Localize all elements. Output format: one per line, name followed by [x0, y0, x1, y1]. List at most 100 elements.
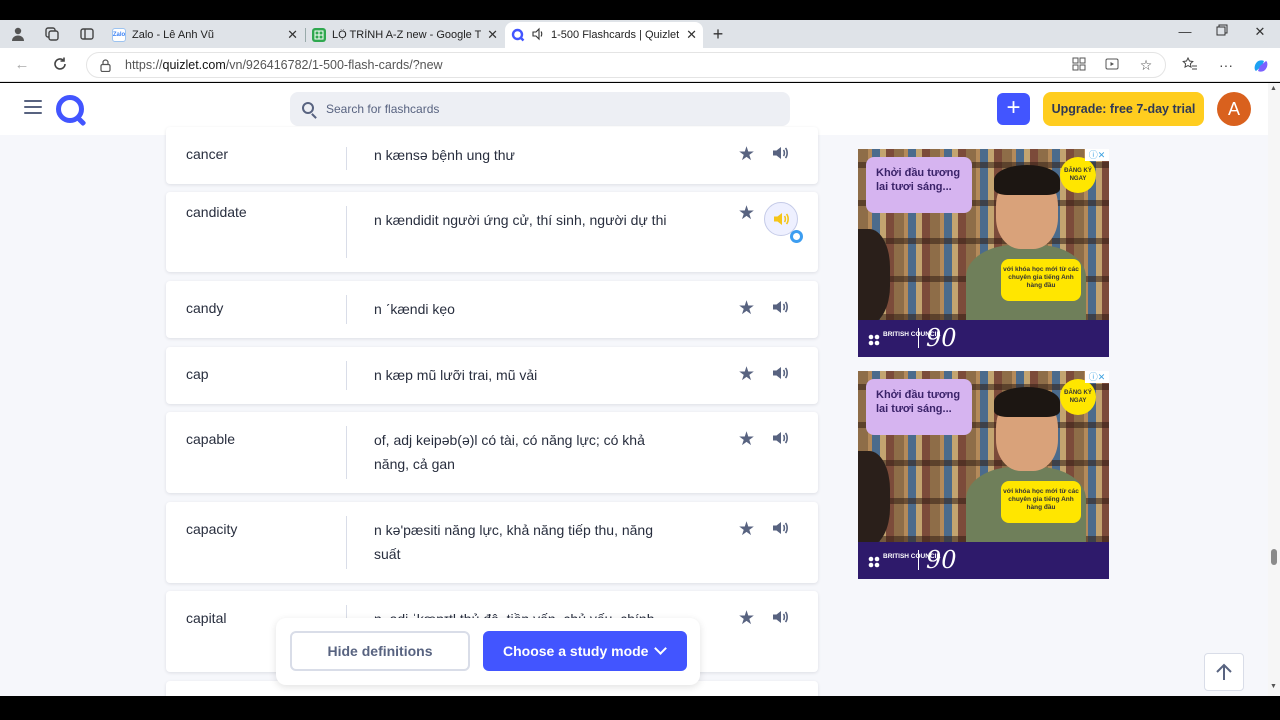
favorite-star-icon[interactable]: ☆ [1137, 57, 1155, 73]
zalo-favicon-icon: Zalo [112, 28, 126, 42]
speaker-icon[interactable] [770, 363, 794, 387]
term-text: capacity [186, 521, 238, 537]
media-icon[interactable] [1103, 57, 1121, 74]
upgrade-button[interactable]: Upgrade: free 7-day trial [1043, 92, 1204, 126]
tab-quizlet[interactable]: 1-500 Flashcards | Quizlet ✕ [505, 22, 703, 48]
star-icon[interactable]: ★ [738, 363, 755, 386]
study-action-bar: Hide definitions Choose a study mode [276, 618, 700, 685]
star-icon[interactable]: ★ [738, 297, 755, 320]
ad-body-text: với khóa học mới từ các chuyên gia tiếng… [1001, 259, 1081, 301]
copilot-icon[interactable] [1252, 57, 1270, 78]
definition-text: n kæp mũ lưỡi trai, mũ vải [374, 367, 538, 383]
scroll-up-icon[interactable]: ▲ [1270, 85, 1277, 92]
ad-register-badge: ĐĂNG KÝ NGAY [1060, 379, 1096, 415]
card-divider [346, 295, 347, 324]
speaker-icon[interactable] [770, 143, 794, 167]
ad-headline: Khởi đầu tương lai tươi sáng... [866, 157, 972, 213]
scrollbar-thumb[interactable] [1271, 549, 1277, 565]
menu-icon[interactable] [24, 100, 42, 114]
card-divider [346, 206, 347, 258]
close-window-icon[interactable]: ✕ [1250, 24, 1270, 40]
speaker-icon[interactable] [770, 518, 794, 542]
back-icon[interactable]: ← [12, 56, 32, 74]
ad-register-badge: ĐĂNG KÝ NGAY [1060, 157, 1096, 193]
browser-tab-bar: Zalo Zalo - Lê Anh Vũ ✕ LỘ TRÌNH A-Z new… [0, 20, 1280, 48]
minimize-icon[interactable]: — [1175, 24, 1195, 39]
url-path: /vn/926416782/1-500-flash-cards/?new [225, 58, 443, 72]
url-scheme: https:// [125, 58, 163, 72]
ad-choices-icon[interactable]: ⓘ✕ [1085, 149, 1109, 161]
close-tab-icon[interactable]: ✕ [287, 27, 298, 43]
term-text: candidate [186, 204, 247, 220]
term-text: capital [186, 610, 227, 626]
close-tab-icon[interactable]: ✕ [487, 27, 498, 43]
tab-title: LỘ TRÌNH A-Z new - Google Tran [332, 29, 482, 41]
ad-body-text: với khóa học mới từ các chuyên gia tiếng… [1001, 481, 1081, 523]
workspaces-icon[interactable] [44, 26, 60, 42]
page-scrollbar[interactable]: ▲ ▼ [1268, 83, 1280, 696]
app-available-icon[interactable] [1070, 57, 1088, 74]
ad-choices-icon[interactable]: ⓘ✕ [1085, 371, 1109, 383]
scroll-down-icon[interactable]: ▼ [1270, 683, 1277, 690]
url-field[interactable]: https://quizlet.com/vn/926416782/1-500-f… [86, 52, 1166, 78]
definition-text: of, adj keipəb(ə)l có tài, có năng lực; … [374, 432, 645, 472]
tab-zalo[interactable]: Zalo Zalo - Lê Anh Vũ ✕ [106, 22, 304, 48]
term-card: cap n kæp mũ lưỡi trai, mũ vải ★ [166, 347, 818, 404]
star-icon[interactable]: ★ [738, 143, 755, 166]
favorites-icon[interactable] [1181, 56, 1199, 74]
term-card: cancer n kænsə bệnh ung thư ★ [166, 127, 818, 184]
tab-actions-icon[interactable] [79, 26, 95, 42]
chevron-down-icon [654, 642, 667, 655]
ad-headline-line: lai tươi sáng... [876, 181, 952, 193]
british-council-logo-icon [868, 333, 880, 346]
ad-anniversary: 90 [926, 324, 957, 352]
refresh-icon[interactable] [50, 56, 70, 74]
ad-headline-line: Khởi đầu tương [876, 389, 961, 401]
new-tab-icon[interactable]: + [710, 25, 726, 43]
speaker-icon[interactable] [770, 297, 794, 321]
advertisement-banner[interactable]: Khởi đầu tương lai tươi sáng... ĐĂNG KÝ … [858, 149, 1109, 357]
term-text: cancer [186, 146, 229, 162]
star-icon[interactable]: ★ [738, 202, 755, 225]
restore-icon[interactable] [1212, 24, 1232, 39]
lock-icon[interactable] [100, 53, 111, 81]
close-tab-icon[interactable]: ✕ [686, 27, 697, 43]
ad-anniversary: 90 [926, 546, 957, 574]
tab-google-translate[interactable]: LỘ TRÌNH A-Z new - Google Tran ✕ [306, 22, 504, 48]
hide-definitions-button[interactable]: Hide definitions [290, 631, 470, 671]
star-icon[interactable]: ★ [738, 518, 755, 541]
term-text: cap [186, 366, 209, 382]
term-card: candy n ˊkændi kẹo ★ [166, 281, 818, 338]
cursor-indicator [790, 230, 803, 243]
speaker-icon[interactable] [770, 607, 794, 631]
more-icon[interactable]: ··· [1217, 57, 1235, 73]
create-button[interactable]: + [997, 93, 1030, 125]
search-input[interactable]: Search for flashcards [290, 92, 790, 126]
definition-text: n kænsə bệnh ung thư [374, 147, 515, 163]
term-card: capable of, adj keipəb(ə)l có tài, có nă… [166, 412, 818, 493]
quizlet-logo[interactable] [56, 95, 84, 123]
card-divider [346, 361, 347, 390]
tab-title: 1-500 Flashcards | Quizlet [551, 29, 680, 41]
profile-icon[interactable] [10, 26, 26, 42]
ad-footer: BRITISH COUNCIL 90 [858, 542, 1109, 579]
advertisement-banner[interactable]: Khởi đầu tương lai tươi sáng... ĐĂNG KÝ … [858, 371, 1109, 579]
ad-photo-person [858, 229, 890, 324]
tab-audio-icon[interactable] [531, 27, 545, 44]
avatar[interactable]: A [1217, 92, 1251, 126]
tab-title: Zalo - Lê Anh Vũ [132, 29, 214, 41]
scroll-to-top-button[interactable] [1204, 653, 1244, 691]
card-divider [346, 147, 347, 170]
term-card: capacity n kə'pæsiti năng lực, khả năng … [166, 502, 818, 583]
card-divider [346, 516, 347, 569]
star-icon[interactable]: ★ [738, 607, 755, 630]
british-council-logo-icon [868, 555, 880, 568]
star-icon[interactable]: ★ [738, 428, 755, 451]
choose-study-mode-button[interactable]: Choose a study mode [483, 631, 687, 671]
ad-headline-line: lai tươi sáng... [876, 403, 952, 415]
sheets-favicon-icon [312, 28, 326, 42]
speaker-icon[interactable] [770, 428, 794, 452]
ad-headline: Khởi đầu tương lai tươi sáng... [866, 379, 972, 435]
address-bar-row: ← https://quizlet.com/vn/926416782/1-500… [0, 48, 1280, 82]
quizlet-favicon-icon [511, 28, 525, 42]
